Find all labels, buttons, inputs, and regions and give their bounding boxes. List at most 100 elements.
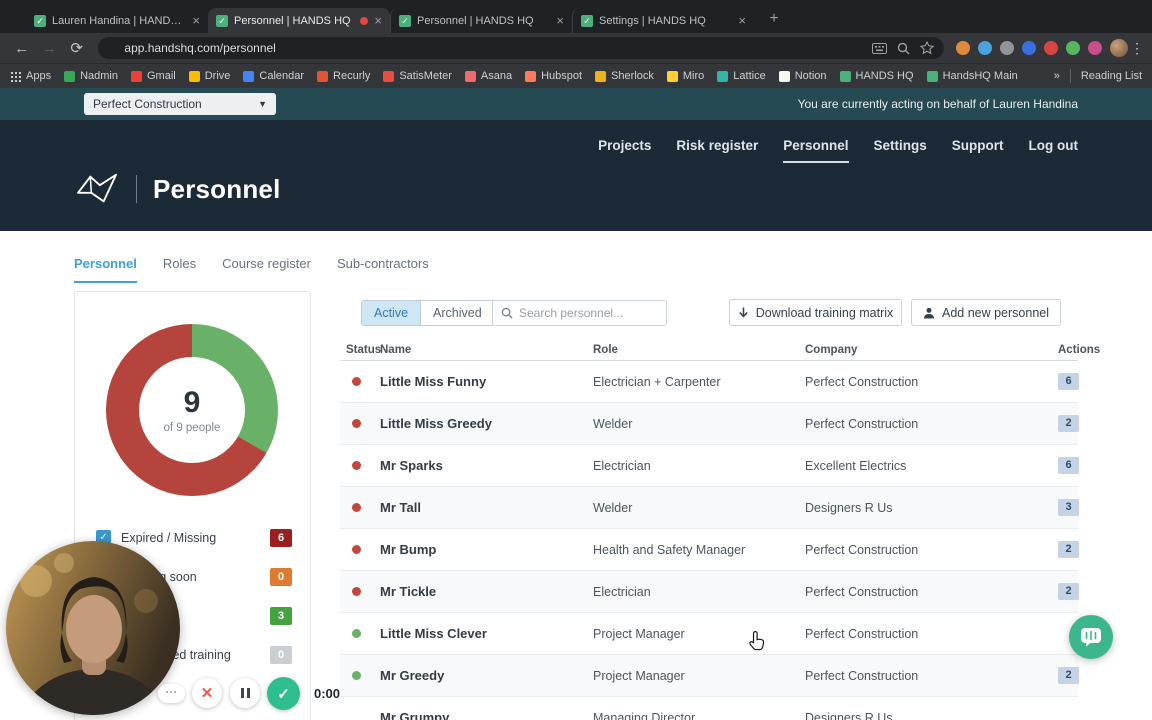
keyboard-icon[interactable] bbox=[872, 42, 888, 54]
table-row[interactable]: Little Miss Greedy Welder Perfect Construc… bbox=[340, 403, 1079, 445]
nav-settings[interactable]: Settings bbox=[874, 138, 927, 163]
table-row[interactable]: Mr Greedy Project Manager Perfect Construc… bbox=[340, 655, 1079, 697]
more-options-button[interactable]: ··· bbox=[158, 684, 185, 703]
pause-recording-button[interactable] bbox=[230, 678, 260, 708]
status-cell bbox=[340, 629, 380, 638]
tab-course-register[interactable]: Course register bbox=[222, 256, 311, 283]
extension-icon[interactable] bbox=[1000, 41, 1015, 55]
bookmark-list: Apps Nadmin Gmail Drive Calendar Recurly Satis… bbox=[10, 70, 1044, 82]
back-icon[interactable]: ← bbox=[10, 36, 33, 60]
actions-count-badge[interactable]: 2 bbox=[1058, 541, 1079, 558]
nav-support[interactable]: Support bbox=[952, 138, 1004, 163]
actions-count-badge[interactable]: 2 bbox=[1058, 415, 1079, 432]
address-bar[interactable]: app.handshq.com/personnel bbox=[98, 37, 945, 59]
tab-title: Personnel | HANDS HQ bbox=[417, 14, 534, 27]
status-filter-label: Expired / Missing bbox=[121, 530, 217, 545]
donut-center: 9 of 9 people bbox=[139, 357, 245, 463]
favicon bbox=[717, 70, 729, 82]
tab-close-icon[interactable]: × bbox=[738, 14, 746, 27]
search-input[interactable] bbox=[519, 306, 658, 320]
bookmark-apps[interactable]: Apps bbox=[10, 70, 51, 82]
personnel-name: Mr Sparks bbox=[380, 458, 443, 473]
filter-archived-button[interactable]: Archived bbox=[420, 301, 494, 325]
table-row[interactable]: Mr Sparks Electrician Excellent Electrics 6 bbox=[340, 445, 1079, 487]
add-new-personnel-button[interactable]: Add new personnel bbox=[911, 299, 1061, 326]
finish-recording-button[interactable]: ✓ bbox=[267, 677, 300, 710]
bookmark-asana[interactable]: Asana bbox=[464, 70, 512, 82]
actions-count-badge[interactable]: 6 bbox=[1058, 373, 1079, 390]
actions-count-badge[interactable]: 6 bbox=[1058, 457, 1079, 474]
bookmark-handshq-main[interactable]: HandsHQ Main bbox=[926, 70, 1018, 82]
forward-icon[interactable]: → bbox=[37, 36, 60, 60]
browser-tab[interactable]: Lauren Handina | HANDS HQ × bbox=[26, 8, 208, 33]
bookmark-calendar[interactable]: Calendar bbox=[243, 70, 304, 82]
browser-tab[interactable]: Personnel | HANDS HQ × bbox=[208, 8, 390, 33]
zoom-icon[interactable] bbox=[897, 42, 910, 55]
nav-projects[interactable]: Projects bbox=[598, 138, 651, 163]
extension-icon[interactable] bbox=[978, 41, 993, 55]
table-row[interactable]: Mr Tickle Electrician Perfect Construction… bbox=[340, 571, 1079, 613]
bookmark-miro[interactable]: Miro bbox=[666, 70, 704, 82]
chrome-menu-icon[interactable]: ⋮ bbox=[1130, 40, 1144, 57]
bookmark-hubspot[interactable]: Hubspot bbox=[525, 70, 582, 82]
table-row[interactable]: Little Miss Funny Electrician + Carpenter… bbox=[340, 361, 1079, 403]
tab-close-icon[interactable]: × bbox=[374, 14, 382, 27]
bookmark-sherlock[interactable]: Sherlock bbox=[595, 70, 654, 82]
nav-risk-register[interactable]: Risk register bbox=[676, 138, 758, 163]
extension-icon[interactable] bbox=[956, 41, 971, 55]
tab-title: Lauren Handina | HANDS HQ bbox=[52, 14, 187, 27]
bookmark-label: Recurly bbox=[333, 70, 371, 82]
bookmark-nadmin[interactable]: Nadmin bbox=[64, 70, 118, 82]
reading-list-button[interactable]: Reading List bbox=[1081, 70, 1142, 82]
personnel-company: Perfect Construction bbox=[805, 542, 919, 557]
handshq-favicon bbox=[399, 14, 411, 27]
extension-icon[interactable] bbox=[1044, 41, 1059, 55]
extension-icon[interactable] bbox=[1088, 41, 1103, 55]
extension-icon[interactable] bbox=[1022, 41, 1037, 55]
bookmark-hands-hq[interactable]: HANDS HQ bbox=[839, 70, 914, 82]
browser-tab[interactable]: Personnel | HANDS HQ × bbox=[390, 8, 572, 33]
tab-roles[interactable]: Roles bbox=[163, 256, 196, 283]
actions-count-badge[interactable]: 3 bbox=[1058, 499, 1079, 516]
actions-count-badge[interactable]: 2 bbox=[1058, 583, 1079, 600]
bookmark-drive[interactable]: Drive bbox=[188, 70, 230, 82]
browser-tabs: Lauren Handina | HANDS HQ × Personnel | HA… bbox=[26, 0, 754, 33]
bookmark-notion[interactable]: Notion bbox=[778, 70, 827, 82]
bookmark-star-icon[interactable] bbox=[920, 41, 935, 55]
table-row[interactable]: Little Miss Clever Project Manager Perfect… bbox=[340, 613, 1078, 655]
actions-cell: 2 bbox=[1058, 667, 1103, 684]
personnel-company: Perfect Construction bbox=[805, 374, 919, 389]
tab-close-icon[interactable]: × bbox=[556, 14, 564, 27]
profile-avatar[interactable] bbox=[1110, 39, 1128, 57]
filter-active-button[interactable]: Active bbox=[362, 301, 421, 325]
status-dot-icon bbox=[352, 545, 361, 554]
personnel-name: Mr Tickle bbox=[380, 584, 437, 599]
personnel-name: Mr Tall bbox=[380, 500, 421, 515]
nav-log-out[interactable]: Log out bbox=[1029, 138, 1078, 163]
reload-icon[interactable]: ⟳ bbox=[65, 36, 88, 60]
handshq-favicon bbox=[34, 14, 46, 27]
company-selector[interactable]: Perfect Construction ▼ bbox=[84, 93, 276, 115]
bookmark-gmail[interactable]: Gmail bbox=[130, 70, 176, 82]
table-row[interactable]: Mr Tall Welder Designers R Us 3 bbox=[340, 487, 1079, 529]
personnel-company: Perfect Construction bbox=[805, 668, 919, 683]
nav-personnel[interactable]: Personnel bbox=[783, 138, 849, 163]
chevron-down-icon: ▼ bbox=[258, 99, 267, 109]
actions-count-badge[interactable]: 2 bbox=[1058, 667, 1079, 684]
tab-sub-contractors[interactable]: Sub-contractors bbox=[337, 256, 429, 283]
table-row[interactable]: Mr Grumpy Managing Director Designers R Us bbox=[340, 697, 1078, 720]
bookmarks-overflow-icon[interactable]: » bbox=[1054, 70, 1060, 82]
cancel-recording-button[interactable]: ✕ bbox=[192, 678, 222, 708]
tab-personnel[interactable]: Personnel bbox=[74, 256, 137, 283]
bookmark-satismeter[interactable]: SatisMeter bbox=[383, 70, 452, 82]
browser-tab[interactable]: Settings | HANDS HQ × bbox=[572, 8, 754, 33]
bookmark-lattice[interactable]: Lattice bbox=[717, 70, 766, 82]
bookmark-recurly[interactable]: Recurly bbox=[317, 70, 370, 82]
chat-launcher-button[interactable] bbox=[1069, 615, 1113, 659]
new-tab-button[interactable]: + bbox=[762, 7, 786, 31]
extension-icon[interactable] bbox=[1066, 41, 1081, 55]
download-training-matrix-button[interactable]: Download training matrix bbox=[729, 299, 902, 326]
table-row[interactable]: Mr Bump Health and Safety Manager Perfect … bbox=[340, 529, 1079, 571]
favicon bbox=[188, 70, 200, 82]
tab-close-icon[interactable]: × bbox=[192, 14, 200, 27]
